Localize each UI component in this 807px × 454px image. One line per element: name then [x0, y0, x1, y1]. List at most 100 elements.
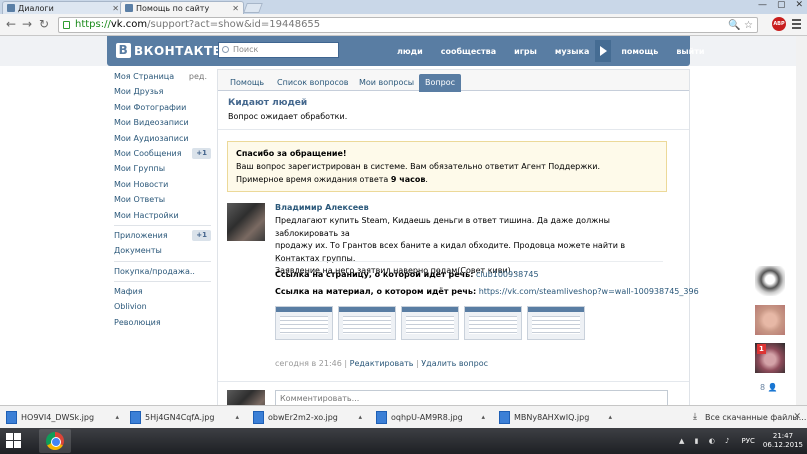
menu-audio[interactable]: Мои Аудиозаписи — [107, 131, 211, 146]
friend-avatar[interactable] — [755, 305, 785, 335]
menu-group-oblivion[interactable]: Oblivion — [107, 299, 211, 314]
nav-people[interactable]: люди — [397, 47, 423, 56]
close-shelf-icon[interactable]: ✕ — [793, 409, 801, 426]
menu-documents[interactable]: Документы — [107, 243, 211, 258]
chevron-up-icon[interactable]: ▴ — [235, 409, 239, 426]
material-link[interactable]: https://vk.com/steamliveshop?w=wall-1009… — [479, 287, 699, 296]
minimize-icon[interactable]: — — [758, 0, 767, 10]
edit-link[interactable]: Редактировать — [350, 359, 414, 368]
close-tab-icon[interactable]: ✕ — [232, 4, 239, 13]
menu-photos[interactable]: Мои Фотографии — [107, 100, 211, 115]
chevron-up-icon[interactable]: ▴ — [608, 409, 612, 426]
clock-time: 21:47 — [772, 432, 794, 440]
menu-messages[interactable]: Мои Сообщения +1 — [107, 146, 211, 161]
tab-question[interactable]: Вопрос — [419, 74, 461, 92]
page-scrollbar[interactable] — [796, 36, 807, 406]
vk-logo-icon: В — [116, 43, 131, 58]
nav-games[interactable]: игры — [514, 47, 537, 56]
menu-group-revolution[interactable]: Революция — [107, 315, 211, 330]
new-tab-button[interactable] — [243, 3, 263, 13]
language-indicator[interactable]: РУС — [742, 437, 755, 445]
download-icon: ⤓ — [693, 412, 697, 422]
back-arrow-icon[interactable]: ← — [6, 18, 16, 30]
menu-apps[interactable]: Приложения +1 — [107, 228, 211, 243]
online-count[interactable]: 8 👤 — [760, 383, 778, 392]
address-bar[interactable]: https://vk.com/support?act=show&id=19448… — [58, 17, 758, 33]
menu-my-page[interactable]: Моя Страница ред. — [107, 69, 211, 84]
divider — [218, 381, 689, 382]
clock-date: 06.12.2015 — [762, 441, 803, 449]
attachment-thumbnail[interactable] — [401, 306, 459, 340]
clock[interactable]: 21:47 06.12.2015 — [763, 432, 803, 450]
nav-help[interactable]: помощь — [621, 47, 658, 56]
friend-avatar[interactable]: 1 — [755, 343, 785, 373]
image-file-icon — [6, 411, 17, 424]
page-link[interactable]: club100938745 — [476, 270, 539, 279]
tray-icons[interactable]: ▲ ▮ ◐ ♪ — [679, 437, 734, 445]
chevron-up-icon[interactable]: ▴ — [358, 409, 362, 426]
download-item[interactable]: MBNy8AHXwIQ.jpg ▴ — [496, 409, 612, 426]
divider — [275, 261, 663, 262]
attachment-thumbnail[interactable] — [464, 306, 522, 340]
unread-badge: 1 — [757, 344, 766, 354]
vk-logo-text: ВКОНТАКТЕ — [134, 43, 222, 58]
tab-my-questions[interactable]: Мои вопросы — [353, 74, 420, 92]
menu-videos[interactable]: Мои Видеозаписи — [107, 115, 211, 130]
download-item[interactable]: oqhpU-AM9R8.jpg ▴ — [373, 409, 485, 426]
zoom-star-icons[interactable]: 🔍 ☆ — [728, 19, 753, 33]
menu-group-buysell[interactable]: Покупка/продажа.. — [107, 264, 211, 279]
nav-communities[interactable]: сообщества — [441, 47, 496, 56]
vk-logo[interactable]: В ВКОНТАКТЕ — [116, 43, 221, 58]
download-item[interactable]: HO9VI4_DWSk.jpg ▴ — [3, 409, 119, 426]
tab-title: Помощь по сайту — [136, 3, 210, 13]
maximize-icon[interactable]: ▢ — [777, 0, 786, 10]
browser-tab-help[interactable]: Помощь по сайту ✕ — [120, 1, 244, 14]
delete-question-link[interactable]: Удалить вопрос — [421, 359, 488, 368]
menu-label: Приложения — [114, 230, 168, 240]
adblock-icon[interactable]: ABP — [772, 17, 786, 31]
edit-link[interactable]: ред. — [189, 69, 207, 84]
show-all-downloads[interactable]: ⤓ Все скачанные файлы... — [693, 409, 806, 426]
play-icon[interactable] — [595, 40, 612, 62]
friend-avatar[interactable] — [755, 266, 785, 296]
forward-arrow-icon[interactable]: → — [22, 18, 32, 30]
tab-questions-list[interactable]: Список вопросов — [271, 74, 355, 92]
url-path: /support?act=show&id=19448655 — [147, 19, 321, 30]
menu-groups[interactable]: Мои Группы — [107, 161, 211, 176]
menu-settings[interactable]: Мои Настройки — [107, 208, 211, 223]
attachment-thumbnail[interactable] — [275, 306, 333, 340]
chrome-menu-icon[interactable] — [792, 19, 801, 31]
chevron-up-icon[interactable]: ▴ — [481, 409, 485, 426]
chrome-taskbar-button[interactable] — [39, 429, 71, 453]
menu-label: Мои Сообщения — [114, 148, 182, 158]
reload-icon[interactable]: ↻ — [39, 18, 49, 30]
author-name[interactable]: Владимир Алексеев — [275, 203, 369, 212]
nav-logout[interactable]: выйти — [676, 47, 704, 56]
nav-music[interactable]: музыка — [555, 47, 589, 56]
menu-news[interactable]: Мои Новости — [107, 177, 211, 192]
support-tabs: Помощь Список вопросов Мои вопросы Вопро… — [218, 69, 689, 92]
author-avatar[interactable] — [227, 203, 265, 241]
close-tab-icon[interactable]: ✕ — [112, 4, 119, 13]
download-filename: oqhpU-AM9R8.jpg — [391, 413, 463, 422]
windows-start-icon[interactable] — [6, 433, 22, 449]
close-window-icon[interactable]: ✕ — [795, 0, 803, 10]
thanks-notice: Спасибо за обращение! Ваш вопрос зарегис… — [227, 141, 667, 192]
search-input[interactable]: Поиск — [218, 42, 339, 58]
download-item[interactable]: obwEr2m2-xo.jpg ▴ — [250, 409, 362, 426]
tab-help[interactable]: Помощь — [224, 74, 270, 92]
lock-icon — [63, 21, 70, 29]
download-item[interactable]: 5Hj4GN4CqfA.jpg ▴ — [127, 409, 239, 426]
browser-tab-dialogs[interactable]: Диалоги ✕ — [2, 1, 124, 14]
menu-group-mafia[interactable]: Мафия — [107, 284, 211, 299]
attachment-thumbnail[interactable] — [338, 306, 396, 340]
menu-friends[interactable]: Мои Друзья — [107, 84, 211, 99]
question-title: Кидают людей — [228, 98, 308, 108]
vk-favicon-icon — [7, 4, 15, 12]
download-filename: obwEr2m2-xo.jpg — [268, 413, 338, 422]
browser-toolbar: ← → ↻ https://vk.com/support?act=show&id… — [0, 14, 807, 36]
menu-answers[interactable]: Мои Ответы — [107, 192, 211, 207]
person-icon: 👤 — [767, 383, 778, 392]
attachment-thumbnail[interactable] — [527, 306, 585, 340]
chevron-up-icon[interactable]: ▴ — [115, 409, 119, 426]
